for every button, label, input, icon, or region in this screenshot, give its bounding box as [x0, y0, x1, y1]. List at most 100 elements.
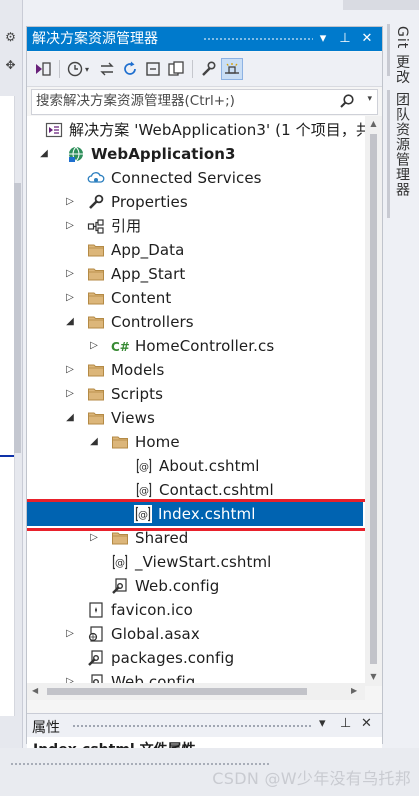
tree-item[interactable]: ▷ Models [27, 358, 365, 382]
search-icon[interactable] [339, 93, 355, 109]
switch-views-button[interactable] [33, 59, 53, 79]
tree-item[interactable]: packages.config [27, 646, 365, 670]
horizontal-scroll-thumb[interactable] [47, 688, 307, 695]
collapsed-arrow-icon[interactable]: ▷ [63, 626, 77, 642]
folder-icon [87, 265, 105, 283]
tree-item-label: Contact.cshtml [159, 481, 274, 499]
expanded-arrow-icon[interactable]: ◢ [87, 434, 101, 450]
pin-icon[interactable]: ⊥ [336, 30, 354, 48]
scroll-up-icon[interactable]: ▲ [369, 119, 378, 129]
collapsed-arrow-icon[interactable]: ▷ [63, 290, 77, 306]
preview-selected-button[interactable] [221, 58, 243, 80]
tree-item[interactable]: ▷ Properties [27, 190, 365, 214]
expanded-arrow-icon[interactable]: ◢ [37, 146, 51, 162]
scroll-down-icon[interactable]: ▼ [369, 672, 378, 682]
tab-team-explorer[interactable]: 团队资源管理器 [392, 92, 412, 197]
close-icon[interactable]: ✕ [358, 30, 376, 48]
properties-pin-icon[interactable]: ⊥ [340, 716, 351, 731]
tree-vertical-scrollbar[interactable]: ▲ ▼ [365, 116, 382, 686]
preview-icon [225, 63, 239, 74]
web-project-icon [67, 145, 85, 163]
tree-item[interactable]: ▷ 引用 [27, 214, 365, 238]
tree-item-label: _ViewStart.cshtml [135, 553, 272, 571]
tree-item-label: HomeController.cs [135, 337, 275, 355]
tree-item-label: About.cshtml [159, 457, 260, 475]
expanded-arrow-icon[interactable]: ◢ [63, 314, 77, 330]
folder-icon [111, 433, 129, 451]
tab-git-changes[interactable]: Git 更改 [392, 26, 412, 85]
tree-item[interactable]: ▷ Global.asax [27, 622, 365, 646]
scroll-right-icon[interactable]: ▶ [351, 686, 357, 695]
vertical-scroll-thumb[interactable] [370, 134, 377, 664]
tree-item[interactable]: @ Contact.cshtml [27, 478, 365, 502]
bottom-dock-area: CSDN @W少年没有乌托邦 [0, 748, 419, 796]
tree-item-selected[interactable]: @ Index.cshtml [27, 499, 365, 531]
razor-file-icon: @ [134, 505, 152, 523]
svg-text:@: @ [138, 510, 148, 521]
collapsed-arrow-icon[interactable]: ▷ [63, 218, 77, 234]
csharp-file-icon: C# [111, 337, 129, 355]
search-input[interactable] [36, 92, 332, 110]
tree-item[interactable]: ◢ WebApplication3 [27, 142, 365, 166]
tree-item[interactable]: ▷ Shared [27, 526, 365, 550]
tree-item[interactable]: 解决方案 'WebApplication3' (1 个项目，共 [27, 118, 365, 142]
collapse-all-icon [146, 62, 160, 76]
sync-button[interactable] [97, 59, 117, 79]
tree-item[interactable]: ▷ App_Start [27, 262, 365, 286]
solution-tree: 解决方案 'WebApplication3' (1 个项目，共 ◢ WebAppli… [27, 116, 365, 686]
tree-item[interactable]: Connected Services [27, 166, 365, 190]
properties-close-icon[interactable]: ✕ [361, 716, 372, 731]
move-icon[interactable]: ✥ [3, 58, 18, 73]
tree-item[interactable]: favicon.ico [27, 598, 365, 622]
dropdown-icon[interactable]: ▾ [314, 30, 332, 48]
scroll-left-icon[interactable]: ◀ [32, 686, 38, 695]
tree-item[interactable]: ◢ Controllers [27, 310, 365, 334]
properties-button[interactable] [198, 59, 218, 79]
history-dropdown-icon[interactable]: ▾ [85, 65, 89, 74]
history-button[interactable] [65, 59, 85, 79]
properties-titlebar: 属性 ▾ ⊥ ✕ [27, 713, 382, 738]
properties-dropdown-icon[interactable]: ▾ [319, 716, 326, 731]
folder-icon [87, 385, 105, 403]
properties-grip[interactable] [72, 724, 312, 729]
folder-icon [111, 529, 129, 547]
gear-icon[interactable]: ⚙ [3, 30, 18, 45]
collapsed-arrow-icon[interactable]: ▷ [63, 194, 77, 210]
tree-item[interactable]: ◢ Views [27, 406, 365, 430]
tree-item[interactable]: Web.config [27, 574, 365, 598]
search-options-dropdown-icon[interactable]: ▾ [367, 94, 372, 104]
sync-arrows-icon [100, 62, 114, 76]
tree-item[interactable]: @ _ViewStart.cshtml [27, 550, 365, 574]
references-icon [87, 217, 105, 235]
search-box[interactable]: ▾ [31, 89, 378, 115]
clock-icon [67, 61, 83, 77]
left-scrollbar[interactable] [14, 183, 21, 453]
tree-item-label: Global.asax [111, 625, 200, 643]
show-all-files-button[interactable] [166, 59, 186, 79]
tree-item[interactable]: ▷ C# HomeController.cs [27, 334, 365, 358]
svg-text:@: @ [139, 462, 149, 473]
collapsed-arrow-icon[interactable]: ▷ [63, 266, 77, 282]
tree-horizontal-scrollbar[interactable]: ◀ ▶ [27, 683, 365, 700]
expanded-arrow-icon[interactable]: ◢ [63, 410, 77, 426]
tree-item[interactable]: ▷ Content [27, 286, 365, 310]
tree-item[interactable]: ◢ Home [27, 430, 365, 454]
collapse-all-button[interactable] [143, 59, 163, 79]
watermark: CSDN @W少年没有乌托邦 [212, 769, 411, 788]
tab-indicator [387, 24, 390, 76]
tree-item-label: 引用 [111, 217, 142, 235]
tree-item-label: 解决方案 'WebApplication3' (1 个项目，共 [69, 121, 365, 139]
collapsed-arrow-icon[interactable]: ▷ [63, 362, 77, 378]
tree-item[interactable]: ▷ Scripts [27, 382, 365, 406]
tree-item[interactable]: App_Data [27, 238, 365, 262]
ico-file-icon [87, 601, 105, 619]
collapsed-arrow-icon[interactable]: ▷ [63, 386, 77, 402]
solution-icon [45, 121, 63, 139]
collapsed-arrow-icon[interactable]: ▷ [87, 530, 101, 546]
tree-item[interactable]: @ About.cshtml [27, 454, 365, 478]
refresh-button[interactable] [120, 59, 140, 79]
title-grip[interactable] [203, 37, 313, 42]
collapsed-arrow-icon[interactable]: ▷ [87, 338, 101, 354]
tree-item-label: favicon.ico [111, 601, 193, 619]
tree-item-label: WebApplication3 [91, 145, 236, 163]
